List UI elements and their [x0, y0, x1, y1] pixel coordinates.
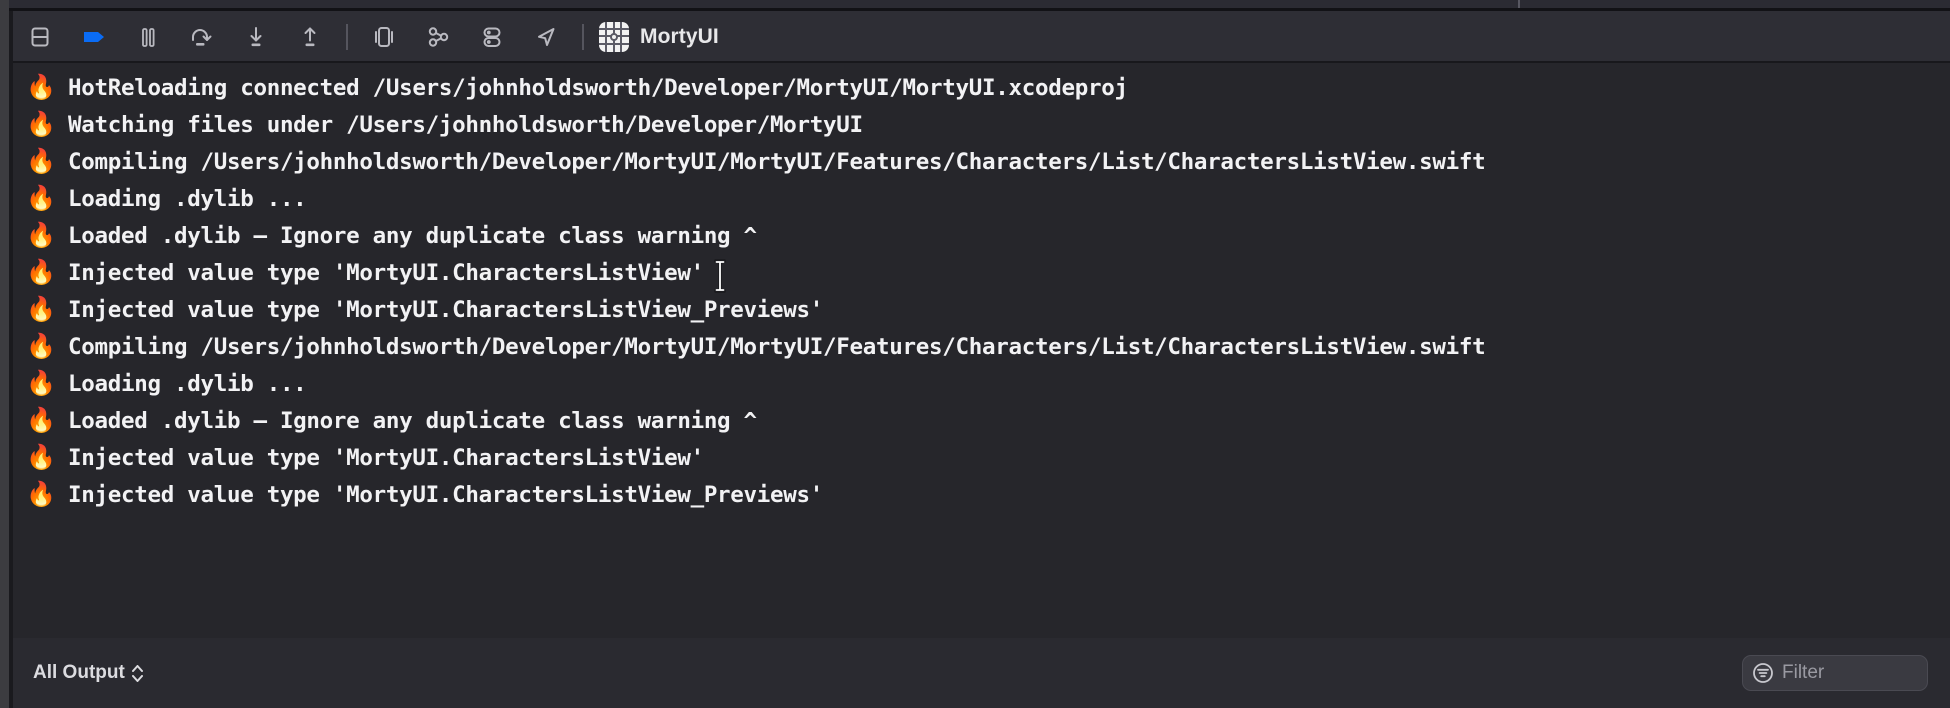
console-line: 🔥 Loading .dylib ... — [13, 180, 1950, 217]
console-line: 🔥 Loaded .dylib — Ignore any duplicate c… — [13, 217, 1950, 254]
fire-icon: 🔥 — [26, 221, 56, 249]
fire-icon: 🔥 — [26, 369, 56, 397]
environment-overrides-button[interactable] — [465, 11, 519, 62]
console-line: 🔥 Injected value type 'MortyUI.Character… — [13, 476, 1950, 513]
toggle-console-pane-button[interactable] — [13, 11, 67, 62]
fire-icon: 🔥 — [26, 147, 56, 175]
console-line: 🔥 Compiling /Users/johnholdsworth/Develo… — [13, 143, 1950, 180]
console-line: 🔥 Injected value type 'MortyUI.Character… — [13, 254, 1950, 291]
app-title-label: MortyUI — [640, 24, 719, 48]
step-into-icon — [250, 26, 262, 46]
continue-program-button[interactable] — [67, 11, 121, 62]
fire-icon: 🔥 — [26, 258, 56, 286]
console-line: 🔥 Watching files under /Users/johnholdsw… — [13, 106, 1950, 143]
console-status-bar: All Output Filter — [13, 638, 1950, 708]
location-arrow-icon — [538, 27, 555, 46]
console-line: 🔥 Loading .dylib ... — [13, 365, 1950, 402]
console-line: 🔥 Injected value type 'MortyUI.Character… — [13, 291, 1950, 328]
fire-icon: 🔥 — [26, 295, 56, 323]
console-line-text: Injected value type 'MortyUI.CharactersL… — [68, 444, 704, 471]
view-debugging-button[interactable] — [357, 11, 411, 62]
app-grid-icon — [599, 21, 629, 52]
fire-icon: 🔥 — [26, 406, 56, 434]
console-output-area[interactable]: 🔥 HotReloading connected /Users/johnhold… — [13, 63, 1950, 638]
xcode-debug-console-window: MortyUI 🔥 HotReloading connected /Users/… — [0, 0, 1950, 708]
simulate-location-button[interactable] — [519, 11, 573, 62]
pause-icon — [142, 27, 155, 47]
fire-icon: 🔥 — [26, 184, 56, 212]
step-over-button[interactable] — [175, 11, 229, 62]
filter-circle-icon — [1753, 663, 1773, 683]
console-line-text: Watching files under /Users/johnholdswor… — [68, 111, 863, 138]
fire-icon: 🔥 — [26, 480, 56, 508]
step-into-button[interactable] — [229, 11, 283, 62]
window-top-strip — [0, 0, 1950, 8]
rectangle-split-horizontal-icon — [31, 27, 49, 46]
console-line: 🔥 Injected value type 'MortyUI.Character… — [13, 439, 1950, 476]
step-out-button[interactable] — [283, 11, 337, 62]
console-line: 🔥 HotReloading connected /Users/johnhold… — [13, 69, 1950, 106]
memory-graph-button[interactable] — [411, 11, 465, 62]
console-line: 🔥 Compiling /Users/johnholdsworth/Develo… — [13, 328, 1950, 365]
view-hierarchy-icon — [375, 26, 393, 47]
console-line-text: Loading .dylib ... — [68, 370, 307, 397]
app-icon-center-dot — [610, 32, 618, 41]
console-line-text: Injected value type 'MortyUI.CharactersL… — [68, 296, 824, 323]
console-line-text: Loading .dylib ... — [68, 185, 307, 212]
window-pane-divider — [1518, 0, 1520, 8]
step-out-icon — [304, 27, 316, 46]
output-scope-label: All Output — [33, 662, 125, 683]
step-over-icon — [192, 28, 212, 46]
active-scheme-item[interactable]: MortyUI — [593, 11, 719, 62]
window-left-gutter — [0, 0, 9, 708]
debug-toolbar: MortyUI — [13, 11, 1950, 62]
console-line-text: Loaded .dylib — Ignore any duplicate cla… — [68, 407, 757, 434]
toolbar-separator-2 — [582, 23, 584, 50]
filter-input[interactable]: Filter — [1742, 655, 1928, 691]
chevron-up-down-icon — [131, 664, 143, 682]
pause-program-button[interactable] — [121, 11, 175, 62]
fire-icon: 🔥 — [26, 332, 56, 360]
toolbar-separator-1 — [346, 23, 348, 50]
continue-arrow-icon — [84, 31, 104, 42]
memory-graph-icon — [428, 26, 449, 47]
output-scope-popup[interactable]: All Output — [33, 656, 143, 690]
fire-icon: 🔥 — [26, 110, 56, 138]
console-line-text: HotReloading connected /Users/johnholdsw… — [68, 74, 1128, 101]
console-line-text: Injected value type 'MortyUI.CharactersL… — [68, 259, 704, 286]
filter-field-container: Filter — [1742, 655, 1928, 691]
console-line: 🔥 Loaded .dylib — Ignore any duplicate c… — [13, 402, 1950, 439]
fire-icon: 🔥 — [26, 73, 56, 101]
filter-placeholder-label: Filter — [1782, 662, 1825, 683]
console-line-text: Injected value type 'MortyUI.CharactersL… — [68, 481, 824, 508]
console-left-edge — [9, 11, 13, 708]
console-line-text: Compiling /Users/johnholdsworth/Develope… — [68, 148, 1486, 175]
environment-toggles-icon — [483, 27, 501, 47]
console-line-text: Loaded .dylib — Ignore any duplicate cla… — [68, 222, 757, 249]
fire-icon: 🔥 — [26, 443, 56, 471]
console-line-text: Compiling /Users/johnholdsworth/Develope… — [68, 333, 1486, 360]
